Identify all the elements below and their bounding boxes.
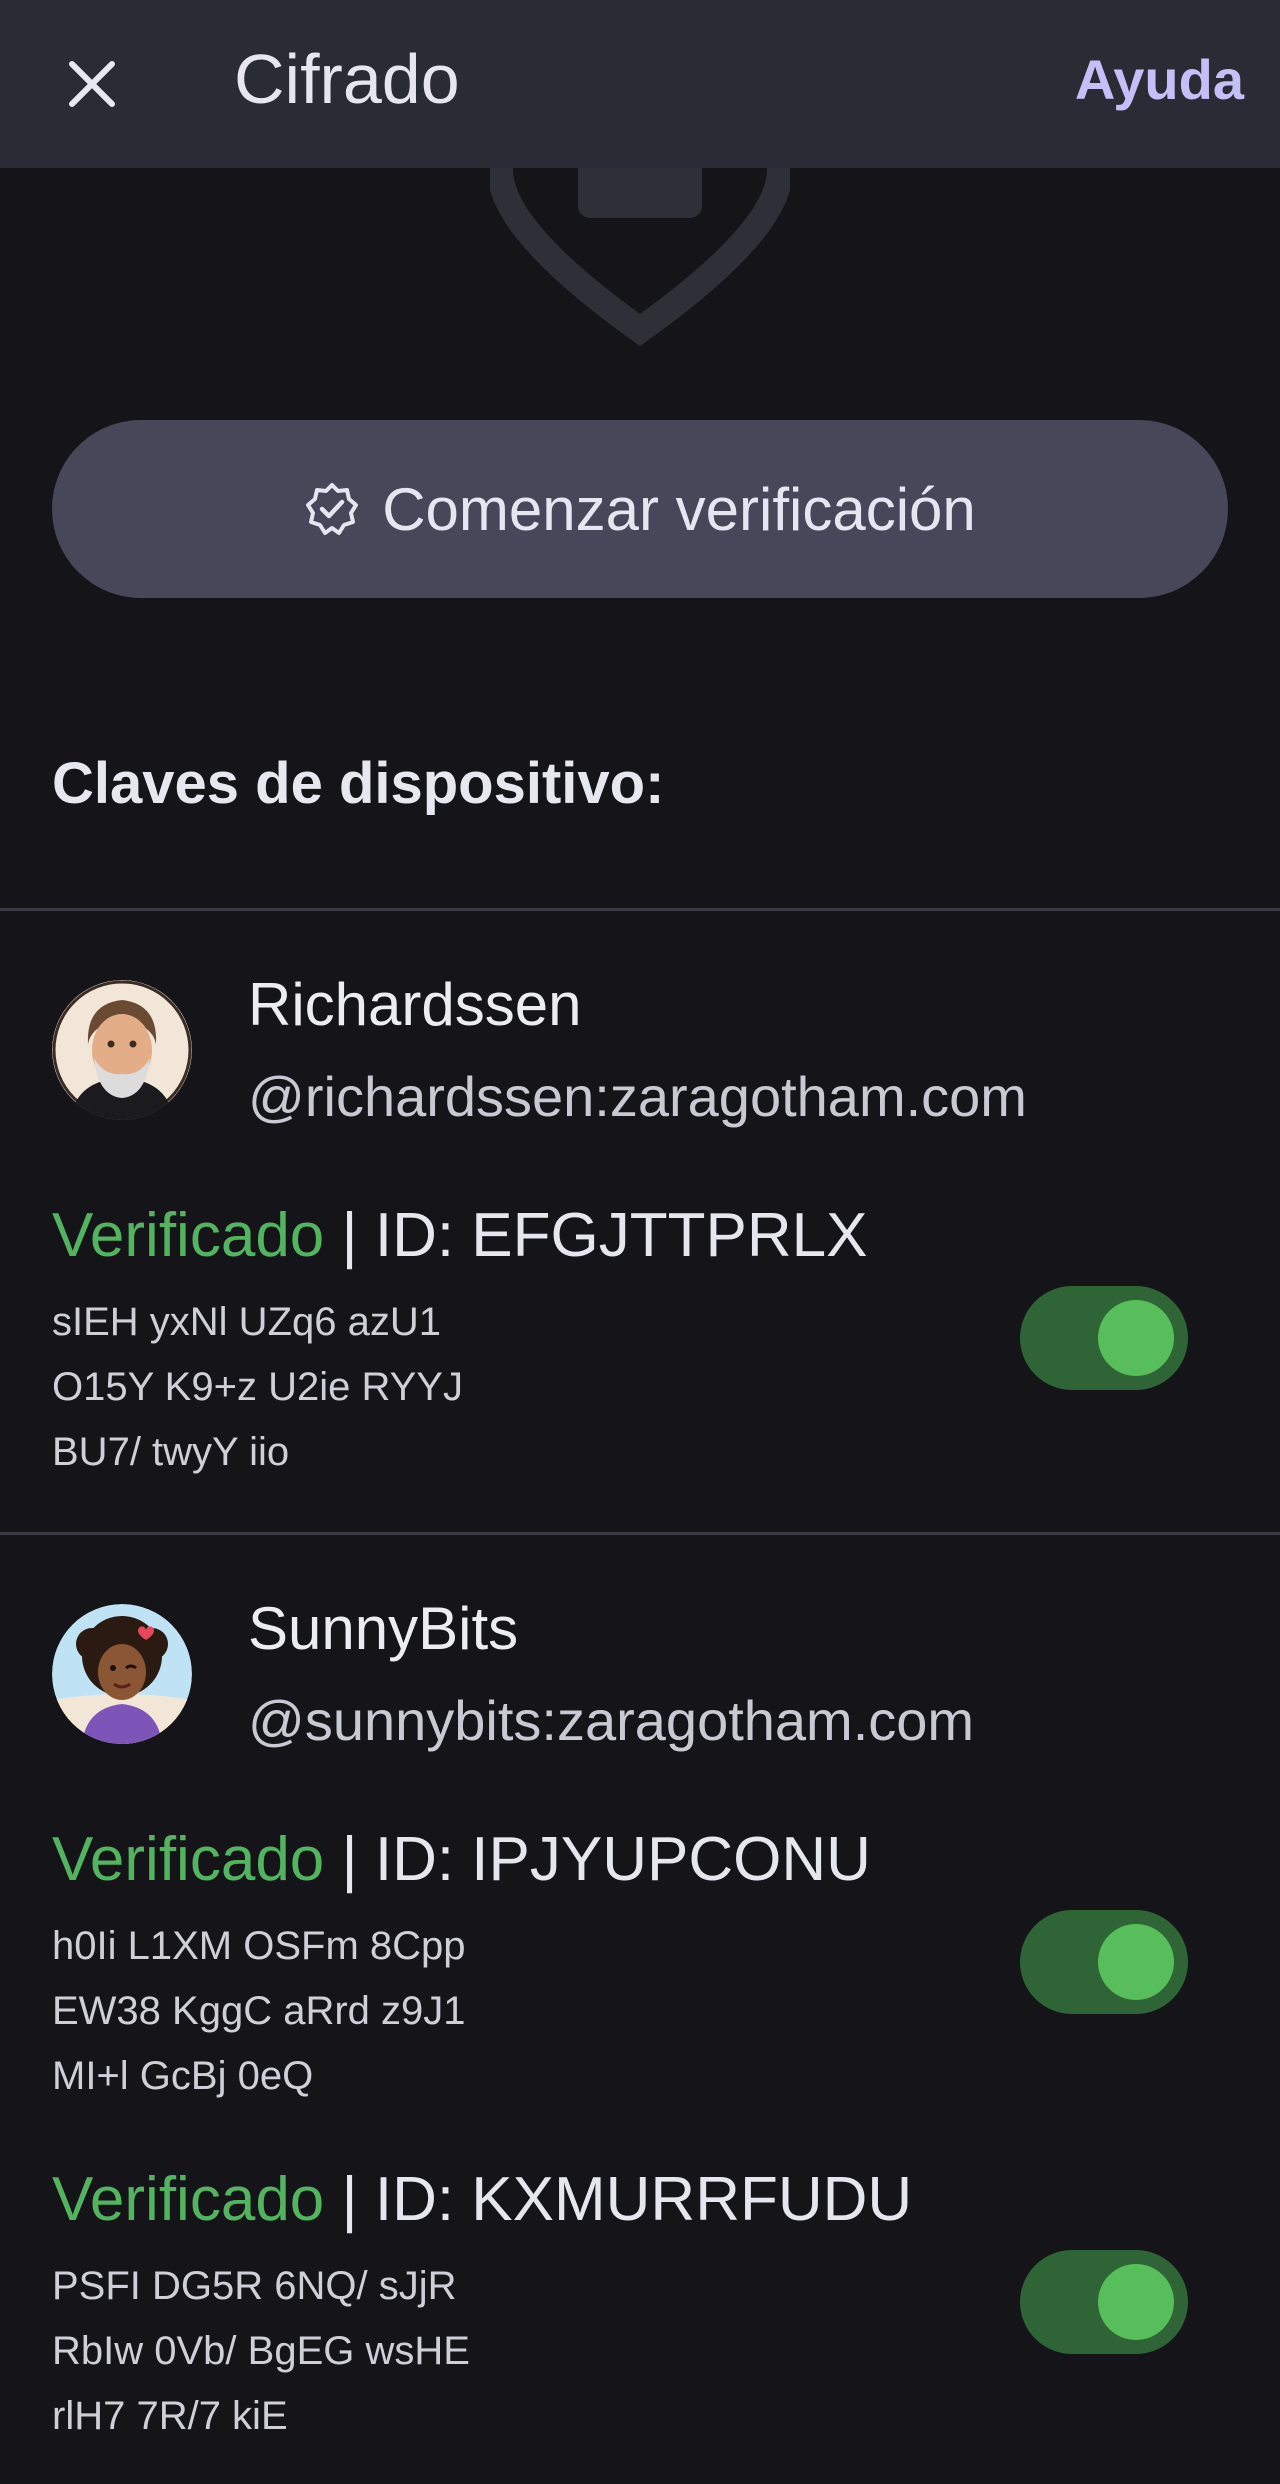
avatar[interactable] bbox=[52, 980, 192, 1120]
divider bbox=[0, 1532, 1280, 1535]
start-verification-button[interactable]: Comenzar verificación bbox=[52, 420, 1228, 598]
toggle-knob bbox=[1098, 1300, 1174, 1376]
fingerprint-line: rlH7 7R/7 kiE bbox=[52, 2394, 288, 2438]
device-fingerprint: sIEH yxNl UZq6 azU1 O15Y K9+z U2ie RYYJ … bbox=[52, 1290, 463, 1485]
page-title: Cifrado bbox=[234, 40, 460, 118]
device-verified-toggle[interactable] bbox=[1020, 1910, 1188, 2014]
verified-label: Verificado bbox=[52, 1201, 325, 1270]
encryption-screen: Cifrado Ayuda Comenzar verificación Clav… bbox=[0, 0, 1280, 2484]
device-id: | ID: KXMURRFUDU bbox=[324, 2165, 913, 2234]
fingerprint-line: BU7/ twyY iio bbox=[52, 1430, 290, 1474]
device-verified-toggle[interactable] bbox=[1020, 2250, 1188, 2354]
fingerprint-line: h0Ii L1XM OSFm 8Cpp bbox=[52, 1924, 466, 1968]
device-key-status: Verificado | ID: KXMURRFUDU bbox=[52, 2164, 912, 2235]
user-display-name: SunnyBits bbox=[248, 1595, 519, 1662]
help-button[interactable]: Ayuda bbox=[1075, 40, 1244, 120]
fingerprint-line: PSFI DG5R 6NQ/ sJjR bbox=[52, 2264, 457, 2308]
user-avatar-image bbox=[52, 1604, 192, 1744]
device-fingerprint: PSFI DG5R 6NQ/ sJjR RbIw 0Vb/ BgEG wsHE … bbox=[52, 2254, 470, 2449]
verified-label: Verificado bbox=[52, 1825, 325, 1894]
verified-badge-icon bbox=[306, 483, 359, 535]
user-avatar-image bbox=[52, 980, 192, 1120]
device-id: | ID: EFGJTTPRLX bbox=[324, 1201, 868, 1270]
close-icon bbox=[69, 61, 115, 107]
user-id: @sunnybits:zaragotham.com bbox=[248, 1689, 975, 1752]
device-verified-toggle[interactable] bbox=[1020, 1286, 1188, 1390]
user-display-name: Richardssen bbox=[248, 971, 582, 1038]
fingerprint-line: sIEH yxNl UZq6 azU1 bbox=[52, 1300, 441, 1344]
user-id: @richardssen:zaragotham.com bbox=[248, 1065, 1027, 1128]
device-key-status: Verificado | ID: EFGJTTPRLX bbox=[52, 1200, 867, 1271]
avatar[interactable] bbox=[52, 1604, 192, 1744]
fingerprint-line: O15Y K9+z U2ie RYYJ bbox=[52, 1365, 463, 1409]
fingerprint-line: MI+l GcBj 0eQ bbox=[52, 2054, 314, 2098]
divider bbox=[0, 908, 1280, 911]
close-button[interactable] bbox=[50, 42, 134, 126]
toggle-knob bbox=[1098, 2264, 1174, 2340]
device-key-status: Verificado | ID: IPJYUPCONU bbox=[52, 1824, 871, 1895]
fingerprint-line: RbIw 0Vb/ BgEG wsHE bbox=[52, 2329, 470, 2373]
fingerprint-line: EW38 KggC aRrd z9J1 bbox=[52, 1989, 466, 2033]
device-fingerprint: h0Ii L1XM OSFm 8Cpp EW38 KggC aRrd z9J1 … bbox=[52, 1914, 466, 2109]
start-verification-label: Comenzar verificación bbox=[382, 475, 976, 543]
device-id: | ID: IPJYUPCONU bbox=[324, 1825, 871, 1894]
verified-label: Verificado bbox=[52, 2165, 325, 2234]
section-title: Claves de dispositivo: bbox=[52, 751, 665, 816]
toggle-knob bbox=[1098, 1924, 1174, 2000]
top-app-bar: Cifrado Ayuda bbox=[0, 0, 1280, 168]
